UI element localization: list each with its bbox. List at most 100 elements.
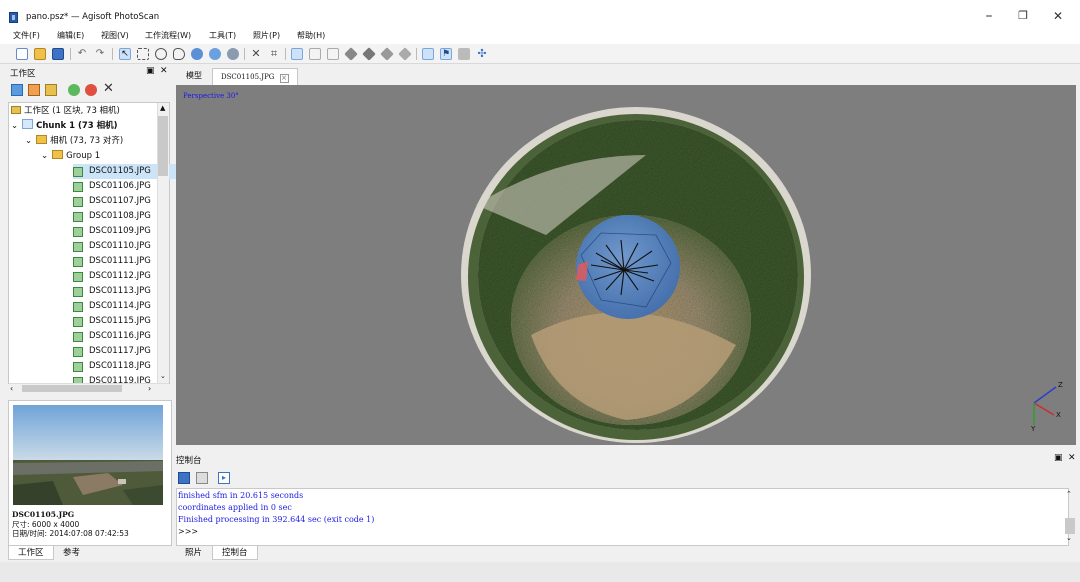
title-bar: pano.psz* — Agisoft PhotoScan – ❐ ✕ — [0, 0, 1080, 28]
console-scroll-thumb[interactable] — [1065, 518, 1075, 534]
app-icon — [9, 12, 18, 23]
close-button[interactable]: ✕ — [1043, 5, 1073, 27]
tab-workspace[interactable]: 工作区 — [8, 546, 54, 560]
image-icon — [73, 302, 83, 312]
select-icon[interactable]: ↖ — [119, 48, 131, 60]
rect-select-icon[interactable] — [137, 48, 149, 60]
console-title: 控制台 — [176, 456, 202, 466]
menu-workflow[interactable]: 工作流程(W) — [145, 30, 191, 41]
photo-info: DSC01105.JPG 尺寸: 6000 x 4000 日期/时间: 2014… — [12, 510, 129, 539]
main-toolbar: ↶ ↷ ↖ ✕ ⌗ ⚑ ✣ — [0, 44, 1080, 64]
add-folder-icon[interactable] — [45, 84, 57, 96]
scroll-down-icon[interactable]: ⌄ — [1066, 534, 1072, 542]
remove-icon[interactable]: ✕ — [103, 81, 114, 96]
console-save-icon[interactable] — [178, 472, 190, 484]
rotate-icon[interactable] — [209, 48, 221, 60]
show-region-icon[interactable] — [458, 48, 470, 60]
chevron-down-icon[interactable]: ⌄ — [11, 121, 18, 131]
scroll-down-icon[interactable]: ⌄ — [160, 372, 166, 380]
workspace-title: 工作区 — [10, 69, 36, 79]
console-float-icon[interactable]: ▣ — [1054, 453, 1063, 463]
menu-tools[interactable]: 工具(T) — [209, 30, 236, 41]
tab-photo[interactable]: DSC01105.JPG × — [212, 68, 298, 85]
console-log[interactable]: finished sfm in 20.615 seconds coordinat… — [176, 488, 1069, 546]
scroll-right-icon[interactable]: › — [148, 384, 151, 393]
redo-icon[interactable]: ↷ — [94, 48, 106, 60]
grid-icon[interactable] — [291, 48, 303, 60]
console-clear-icon[interactable] — [196, 472, 208, 484]
chevron-down-icon[interactable]: ⌄ — [25, 136, 32, 146]
console-close-icon[interactable]: ✕ — [1068, 453, 1076, 463]
tree-root-label: 工作区 (1 区块, 73 相机) — [24, 106, 120, 116]
save-icon[interactable] — [52, 48, 64, 60]
texture-icon[interactable] — [380, 47, 394, 61]
tab-console[interactable]: 控制台 — [212, 546, 258, 560]
axis-y-label: Y — [1031, 425, 1036, 433]
scroll-up-icon[interactable]: ▲ — [160, 104, 165, 112]
panel-close-icon[interactable]: ✕ — [160, 66, 168, 76]
show-markers-icon[interactable]: ⚑ — [440, 48, 452, 60]
open-icon[interactable] — [34, 48, 46, 60]
move-region-icon[interactable]: ✣ — [476, 48, 488, 60]
show-cameras-icon[interactable] — [422, 48, 434, 60]
grid3-icon[interactable] — [327, 48, 339, 60]
tree-chunk[interactable]: ⌄ Chunk 1 (73 相机) — [11, 119, 159, 134]
shading-icon[interactable] — [344, 47, 358, 61]
grid2-icon[interactable] — [309, 48, 321, 60]
move-icon[interactable] — [227, 48, 239, 60]
tab-model[interactable]: 模型 — [178, 68, 210, 85]
menu-help[interactable]: 帮助(H) — [297, 30, 325, 41]
axis-x-label: X — [1056, 411, 1061, 419]
enable-icon[interactable] — [68, 84, 80, 96]
console-header: 控制台 ▣ ✕ — [174, 453, 1080, 467]
tab-reference[interactable]: 参考 — [54, 546, 89, 560]
scroll-up-icon[interactable]: ⌃ — [1066, 490, 1072, 498]
scroll-left-icon[interactable]: ‹ — [10, 384, 13, 393]
point-cloud-bowl — [461, 107, 1057, 443]
status-bar — [0, 562, 1080, 582]
free-select-icon[interactable] — [173, 48, 185, 60]
add-photos-icon[interactable] — [28, 84, 40, 96]
crop-icon[interactable]: ⌗ — [268, 48, 280, 60]
image-label: DSC01118.JPG — [89, 361, 151, 371]
image-label: DSC01107.JPG — [89, 196, 151, 206]
circle-select-icon[interactable] — [155, 48, 167, 60]
group-label: Group 1 — [66, 151, 101, 161]
navigation-icon[interactable] — [191, 48, 203, 60]
disable-icon[interactable] — [85, 84, 97, 96]
image-icon — [73, 287, 83, 297]
image-icon — [73, 257, 83, 267]
float-icon[interactable]: ▣ — [146, 66, 155, 76]
tab-photo-label: DSC01105.JPG — [221, 73, 275, 81]
photo-thumbnail[interactable] — [13, 405, 163, 505]
menu-view[interactable]: 视图(V) — [101, 30, 129, 41]
menu-file[interactable]: 文件(F) — [13, 30, 40, 41]
axis-z-label: Z — [1058, 381, 1063, 389]
run-script-icon[interactable]: ▸ — [218, 472, 230, 484]
restore-button[interactable]: ❐ — [1008, 5, 1038, 27]
points-icon[interactable] — [398, 47, 412, 61]
image-icon — [73, 242, 83, 252]
tree-cameras[interactable]: ⌄ 相机 (73, 73 对齐) — [25, 134, 173, 149]
menu-photo[interactable]: 照片(P) — [253, 30, 280, 41]
tree-scroll-thumb[interactable] — [158, 116, 168, 176]
image-icon — [73, 167, 83, 177]
tab-photos[interactable]: 照片 — [176, 546, 211, 560]
console-scrollbar[interactable]: ⌃ ⌄ — [1064, 490, 1076, 546]
tab-close-icon[interactable]: × — [279, 74, 289, 83]
right-bottom-tabs: 照片 控制台 — [176, 546, 376, 562]
workspace-toolbar: ✕ — [8, 81, 172, 99]
solid-icon[interactable] — [362, 47, 376, 61]
add-chunk-icon[interactable] — [11, 84, 23, 96]
tree-hscroll-thumb[interactable] — [22, 385, 122, 392]
chevron-down-icon[interactable]: ⌄ — [41, 151, 48, 161]
console-prompt[interactable]: >>> — [178, 527, 198, 536]
tree-root[interactable]: 工作区 (1 区块, 73 相机) — [11, 104, 159, 119]
model-viewport[interactable]: Perspective 30° Z X Y — [176, 85, 1076, 445]
minimize-button[interactable]: – — [974, 5, 1004, 27]
undo-icon[interactable]: ↶ — [76, 48, 88, 60]
new-icon[interactable] — [16, 48, 28, 60]
image-icon — [73, 347, 83, 357]
delete-icon[interactable]: ✕ — [250, 48, 262, 60]
menu-edit[interactable]: 编辑(E) — [57, 30, 84, 41]
